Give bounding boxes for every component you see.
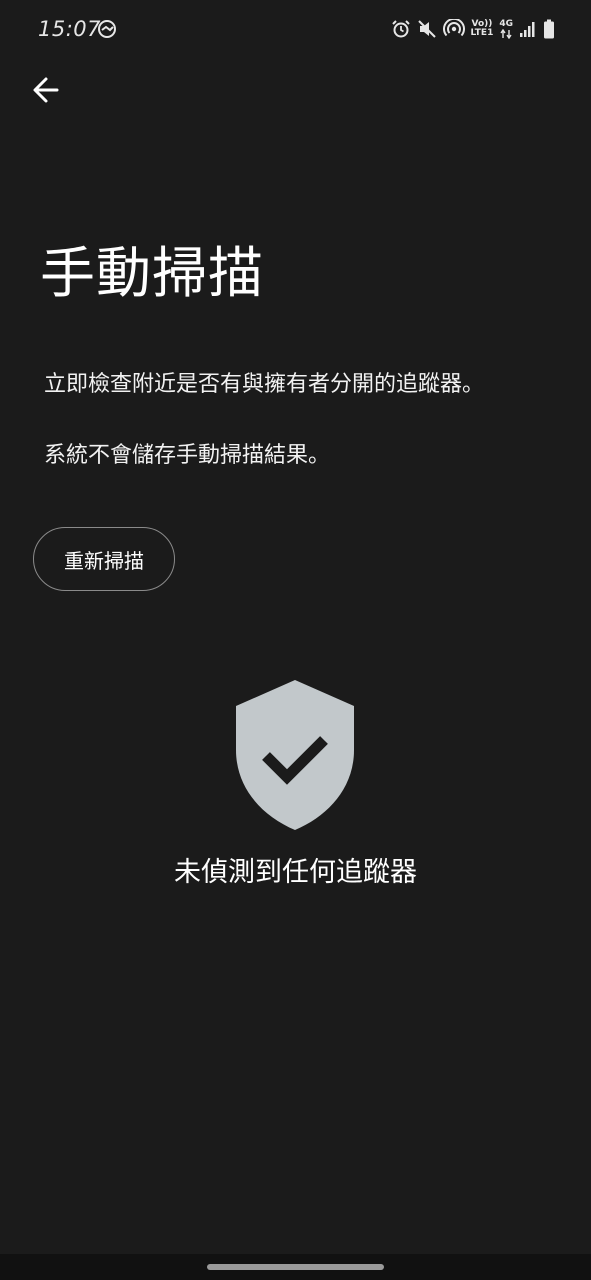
- result-text: 未偵測到任何追蹤器: [174, 857, 417, 888]
- network-type: 4G: [499, 19, 513, 39]
- hotspot-icon: [442, 19, 465, 37]
- volte-label: Vo)) LTE1: [470, 19, 494, 38]
- sync-icon: [98, 20, 116, 38]
- storage-notice-text: 系統不會儲存手動掃描結果。: [44, 443, 331, 468]
- battery-icon: [544, 19, 554, 39]
- arrow-left-icon: [33, 77, 59, 103]
- status-bar: 15:07 Vo)) LTE1 4G: [0, 0, 591, 60]
- shield-check-icon: [236, 680, 354, 830]
- navigation-bar: [0, 1254, 591, 1280]
- mute-icon: [417, 20, 436, 38]
- rescan-button-label: 重新掃描: [64, 548, 144, 573]
- page-title: 手動掃描: [40, 241, 265, 305]
- data-arrows-icon: [500, 28, 512, 39]
- status-icons: Vo)) LTE1 4G: [391, 16, 555, 42]
- signal-icon: [520, 22, 535, 37]
- description-text: 立即檢查附近是否有與擁有者分開的追蹤器。: [44, 372, 485, 397]
- rescan-button[interactable]: 重新掃描: [33, 527, 175, 591]
- alarm-icon: [391, 20, 410, 38]
- home-gesture-handle[interactable]: [207, 1264, 384, 1270]
- status-time: 15:07: [38, 17, 102, 41]
- screen: 15:07 Vo)) LTE1 4G 手動掃描 立即檢查附近是否有與擁有者分開的…: [0, 0, 591, 1280]
- back-button[interactable]: [22, 66, 70, 114]
